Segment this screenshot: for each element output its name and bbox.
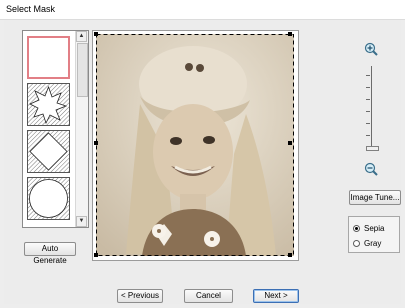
scroll-down-button[interactable]: ▼: [76, 216, 87, 227]
next-button[interactable]: Next >: [253, 289, 299, 303]
sepia-radio[interactable]: [353, 225, 360, 232]
rectangle-mask-icon: [29, 38, 68, 77]
circle-mask-icon: [28, 178, 69, 219]
mask-item-rectangle[interactable]: [27, 36, 70, 79]
gray-radio[interactable]: [353, 240, 360, 247]
zoom-in-icon[interactable]: [364, 42, 378, 56]
crop-handle-left[interactable]: [94, 141, 98, 145]
zoom-tick: [366, 111, 370, 112]
crop-handle-right[interactable]: [288, 141, 292, 145]
image-tune-button[interactable]: Image Tune...: [349, 190, 401, 205]
preview-frame: [92, 30, 299, 261]
zoom-slider-track[interactable]: [371, 66, 372, 149]
mask-crop-outline[interactable]: [93, 31, 298, 260]
zoom-tick: [366, 75, 370, 76]
scroll-up-button[interactable]: ▲: [76, 31, 87, 42]
mask-list[interactable]: ▲ ▼: [22, 30, 89, 228]
zoom-tick: [366, 99, 370, 100]
select-mask-window: Select Mask ▲ ▼ Auto Generate Image Tune…: [0, 0, 405, 308]
cancel-button[interactable]: Cancel: [184, 289, 233, 303]
crop-handle-top-left[interactable]: [94, 32, 98, 36]
color-mode-group: Sepia Gray: [348, 216, 400, 253]
zoom-tick: [366, 135, 370, 136]
crop-handle-top-right[interactable]: [288, 32, 292, 36]
star-mask-icon: [28, 84, 69, 125]
mask-list-scrollbar[interactable]: ▲ ▼: [75, 31, 88, 227]
sepia-option[interactable]: Sepia: [353, 223, 384, 234]
mask-item-circle[interactable]: [27, 177, 70, 220]
crop-handle-bottom-right[interactable]: [288, 253, 292, 257]
zoom-tick: [366, 123, 370, 124]
gray-option[interactable]: Gray: [353, 238, 381, 249]
gray-label: Gray: [364, 239, 382, 248]
mask-item-star[interactable]: [27, 83, 70, 126]
zoom-tick: [366, 87, 370, 88]
diamond-mask-icon: [28, 131, 69, 172]
title-bar: Select Mask: [0, 0, 405, 20]
crop-handle-bottom-left[interactable]: [94, 253, 98, 257]
zoom-slider-thumb[interactable]: [366, 146, 379, 151]
zoom-out-icon[interactable]: [364, 162, 378, 176]
mask-item-diamond[interactable]: [27, 130, 70, 173]
previous-button[interactable]: < Previous: [117, 289, 163, 303]
sepia-label: Sepia: [364, 224, 385, 233]
auto-generate-button[interactable]: Auto Generate: [24, 242, 76, 265]
scroll-thumb[interactable]: [77, 43, 88, 97]
window-title: Select Mask: [6, 4, 56, 14]
